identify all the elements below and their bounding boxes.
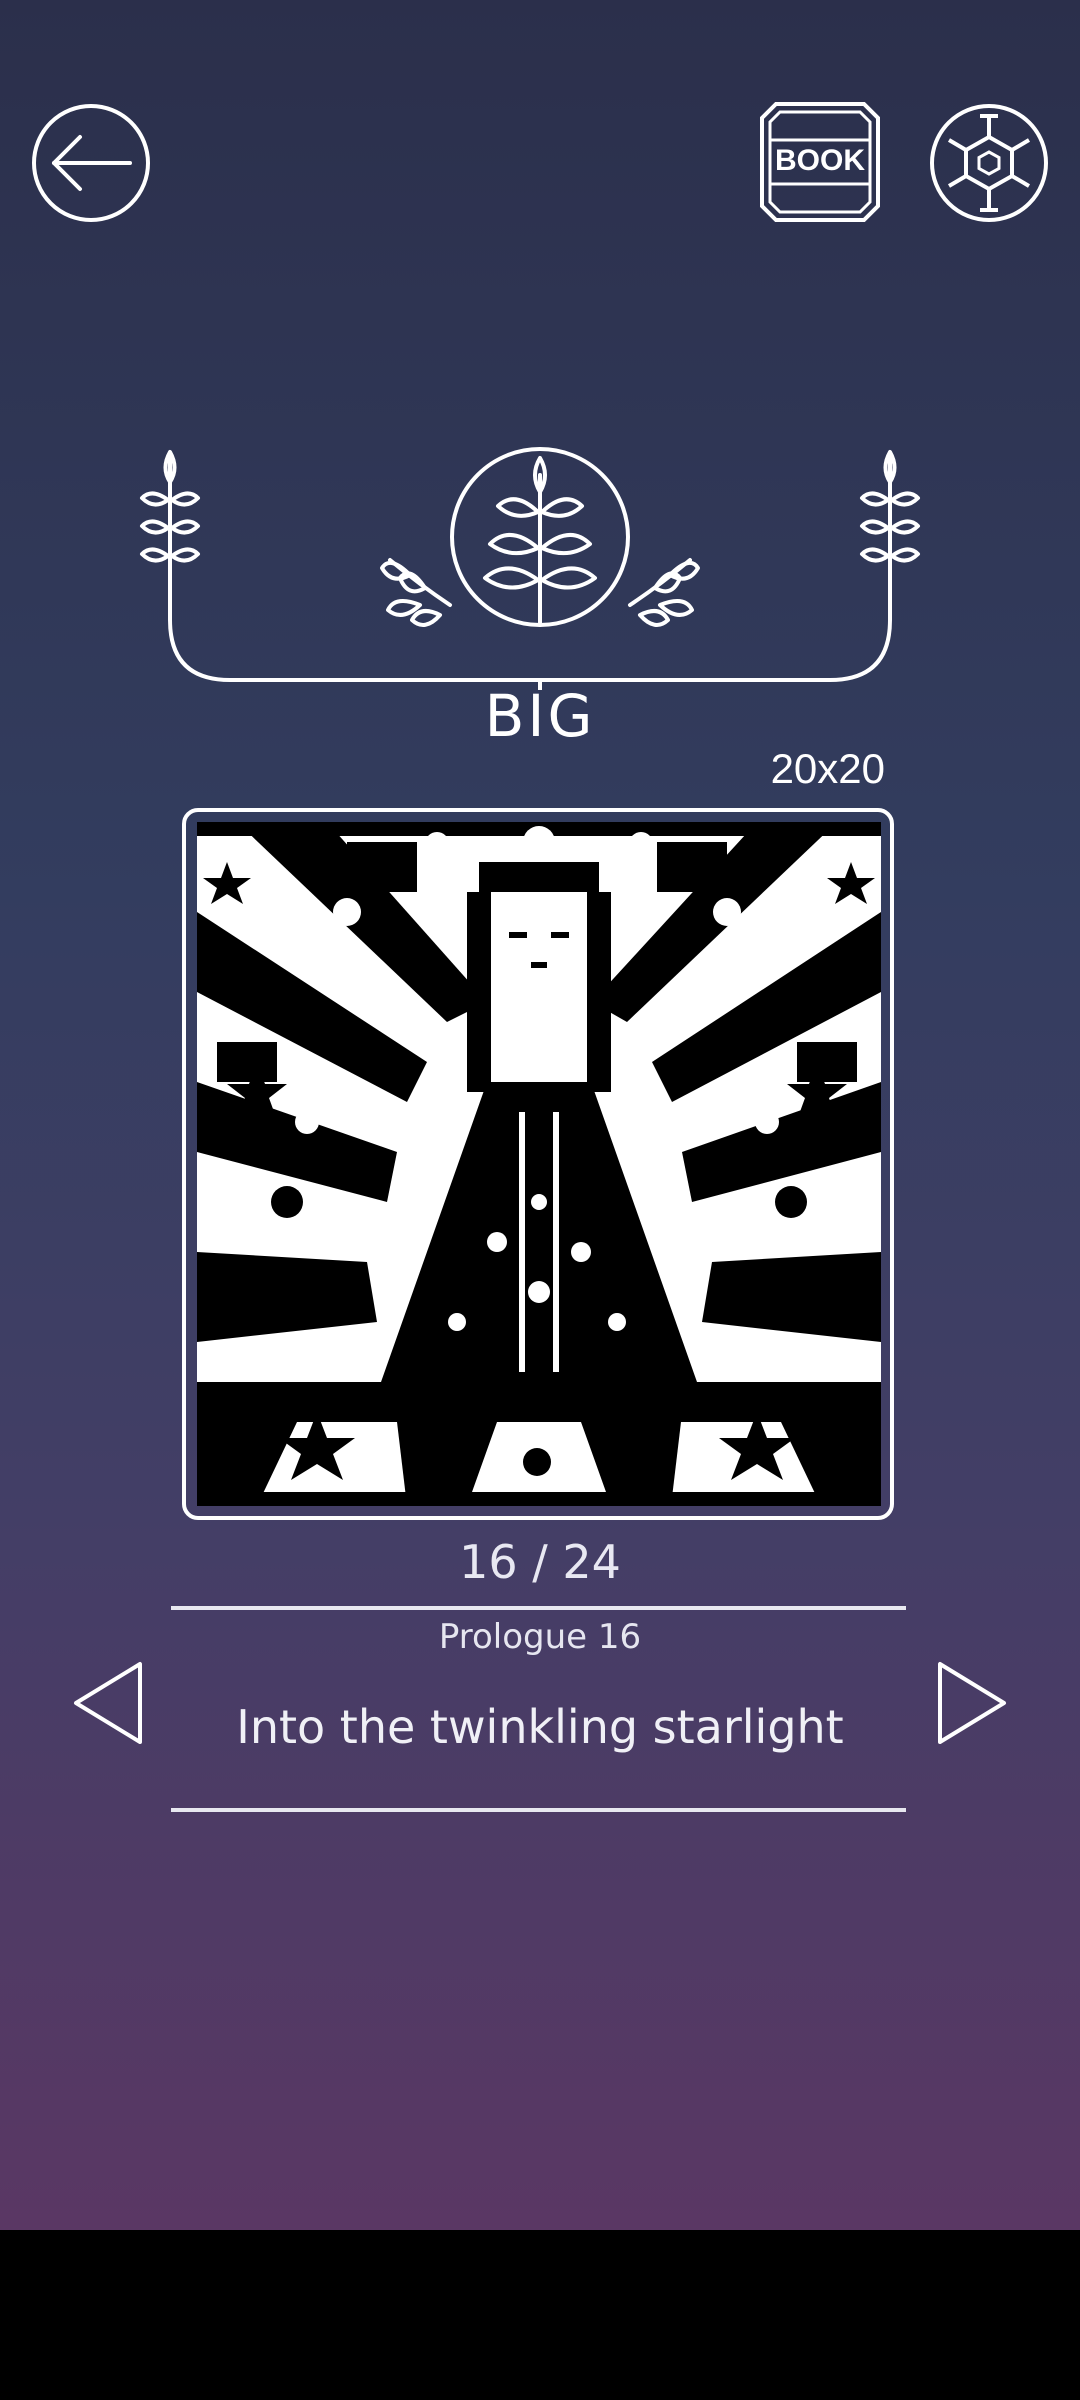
divider-top [171, 1606, 906, 1610]
puzzle-select-screen: BOOK BIG 20x20 16 / 24 Prologue 16 Into … [0, 0, 1080, 2230]
laurel-ornament-icon [140, 447, 920, 690]
settings-button[interactable] [928, 102, 1050, 224]
triangle-left-icon [74, 1662, 142, 1744]
chapter-label: Prologue 16 [438, 1617, 642, 1657]
book-label: BOOK [775, 144, 865, 177]
puzzle-preview-image [197, 822, 881, 1506]
system-navigation-bar [0, 2230, 1080, 2400]
puzzle-progress: 16 / 24 [459, 1535, 621, 1589]
previous-puzzle-button[interactable] [70, 1660, 146, 1746]
book-button[interactable]: BOOK [758, 100, 882, 224]
triangle-right-icon [938, 1662, 1006, 1744]
puzzle-name: Into the twinkling starlight [236, 1700, 844, 1754]
grid-size-label: 20x20 [770, 745, 885, 792]
next-puzzle-button[interactable] [934, 1660, 1010, 1746]
level-title: BIG [484, 682, 596, 750]
back-button[interactable] [30, 102, 152, 224]
hexagon-gear-icon [930, 104, 1048, 222]
arrow-left-icon [32, 104, 150, 222]
divider-bottom [171, 1808, 906, 1812]
